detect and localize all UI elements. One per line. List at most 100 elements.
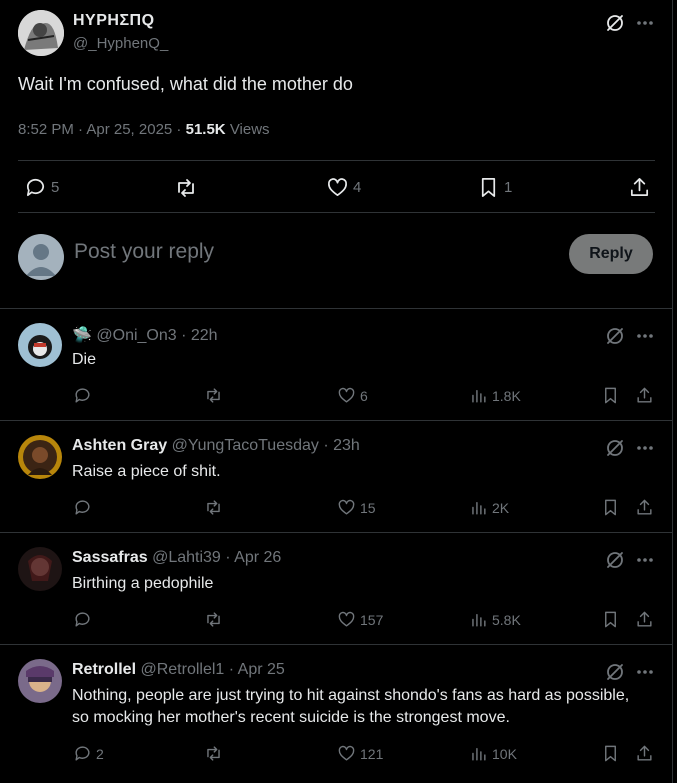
repost-icon	[207, 388, 220, 403]
heart-icon	[328, 178, 347, 197]
reply-button[interactable]	[73, 610, 96, 629]
reply-submit-button[interactable]: Reply	[569, 234, 653, 274]
bookmark-icon	[481, 178, 496, 197]
more-options-icon[interactable]	[636, 12, 654, 39]
like-count: 15	[360, 499, 376, 516]
reply-top-actions	[604, 437, 654, 464]
reply-icon	[75, 500, 90, 515]
more-options-icon[interactable]	[636, 437, 654, 464]
view-count: 1.8K	[492, 387, 521, 404]
like-button[interactable]: 157	[337, 610, 383, 629]
reply-time[interactable]: · Apr 26	[225, 549, 281, 566]
view-count: 2K	[492, 499, 510, 516]
share-button[interactable]	[635, 386, 654, 405]
heart-icon	[338, 611, 355, 627]
reply-button[interactable]	[73, 386, 96, 405]
reply-tweet[interactable]: Ashten Gray @YungTacoTuesday · 23h Raise…	[0, 420, 673, 532]
reply-tweet[interactable]: Sassafras @Lahti39 · Apr 26 Birthing a p…	[0, 532, 673, 644]
like-button[interactable]: 15	[337, 498, 376, 517]
bookmark-button[interactable]: 1	[477, 176, 512, 199]
bookmark-button[interactable]	[601, 744, 620, 763]
analytics-icon	[472, 390, 486, 403]
repost-button[interactable]	[204, 386, 223, 405]
views-button[interactable]: 2K	[469, 498, 509, 517]
tweet-meta: 8:52 PM · Apr 25, 2025 · 51.5K Views	[18, 121, 270, 138]
reply-header: Sassafras @Lahti39 · Apr 26	[72, 549, 281, 567]
bookmark-icon	[605, 611, 616, 628]
reply-author-handle[interactable]: @Oni_On3	[96, 327, 176, 344]
reply-text: Birthing a pedophile	[72, 575, 214, 592]
heart-icon	[338, 745, 355, 761]
bookmark-button[interactable]	[601, 498, 620, 517]
share-button[interactable]	[635, 744, 654, 763]
reply-button[interactable]: 5	[24, 176, 59, 199]
reply-action-bar: 15 2K	[0, 498, 673, 522]
reply-header: Retrollel @Retrollel1 · Apr 25	[72, 661, 285, 679]
bookmark-icon	[605, 387, 616, 404]
views-button[interactable]: 1.8K	[469, 386, 521, 405]
analytics-icon	[472, 502, 486, 515]
grok-icon[interactable]	[604, 12, 626, 39]
share-button[interactable]	[635, 610, 654, 629]
repost-button[interactable]	[174, 176, 198, 200]
reply-time[interactable]: · 22h	[181, 327, 217, 344]
author-name[interactable]: ΗΥΡΗΣΠQ	[73, 12, 155, 30]
reply-avatar[interactable]	[18, 323, 62, 367]
grok-icon[interactable]	[604, 325, 626, 352]
reply-input[interactable]: Post your reply	[74, 240, 214, 264]
bookmark-button[interactable]	[601, 610, 620, 629]
tweet-timestamp[interactable]: 8:52 PM · Apr 25, 2025 ·	[18, 121, 181, 138]
share-icon	[637, 611, 652, 627]
more-options-icon[interactable]	[636, 549, 654, 576]
like-count: 121	[360, 745, 384, 762]
share-icon	[637, 387, 652, 403]
grok-icon[interactable]	[604, 437, 626, 464]
reply-button[interactable]	[73, 498, 96, 517]
more-options-icon[interactable]	[636, 661, 654, 688]
repost-button[interactable]	[204, 610, 223, 629]
repost-button[interactable]	[204, 744, 223, 763]
divider	[18, 212, 655, 213]
views-button[interactable]: 10K	[469, 744, 517, 763]
reply-author-handle[interactable]: @Retrollel1	[140, 661, 224, 678]
reply-author-handle[interactable]: @YungTacoTuesday	[172, 437, 319, 454]
reply-time[interactable]: · 23h	[323, 437, 359, 454]
more-options-icon[interactable]	[636, 325, 654, 352]
reply-avatar[interactable]	[18, 659, 62, 703]
like-button[interactable]: 4	[326, 176, 361, 199]
reply-avatar[interactable]	[18, 547, 62, 591]
grok-icon[interactable]	[604, 661, 626, 688]
share-button[interactable]	[635, 498, 654, 517]
reply-author-name[interactable]: Sassafras	[72, 549, 148, 566]
reply-top-actions	[604, 549, 654, 576]
repost-icon	[207, 746, 220, 761]
reply-count: 2	[96, 745, 104, 762]
like-button[interactable]: 121	[337, 744, 383, 763]
repost-button[interactable]	[204, 498, 223, 517]
author-avatar[interactable]	[18, 10, 64, 56]
user-avatar[interactable]	[18, 234, 64, 280]
reply-time[interactable]: · Apr 25	[229, 661, 285, 678]
reply-author-handle[interactable]: @Lahti39	[152, 549, 221, 566]
reply-icon	[75, 612, 90, 627]
reply-button[interactable]: 2	[73, 744, 104, 763]
badge-emoji: 🛸	[72, 327, 92, 344]
grok-icon[interactable]	[604, 549, 626, 576]
reply-author-name[interactable]: Retrollel	[72, 661, 136, 678]
reply-author-name[interactable]: Ashten Gray	[72, 437, 167, 454]
bookmark-count: 1	[504, 179, 513, 196]
like-count: 4	[353, 179, 362, 196]
views-button[interactable]: 5.8K	[469, 610, 521, 629]
author-handle[interactable]: @_HyphenQ_	[73, 35, 168, 52]
analytics-icon	[472, 614, 486, 627]
analytics-icon	[472, 748, 486, 761]
like-button[interactable]: 6	[337, 386, 368, 405]
views-label: Views	[229, 121, 270, 138]
heart-icon	[338, 387, 355, 403]
bookmark-button[interactable]	[601, 386, 620, 405]
divider	[18, 160, 655, 161]
reply-tweet[interactable]: Retrollel @Retrollel1 · Apr 25 Nothing, …	[0, 644, 673, 778]
share-button[interactable]	[628, 176, 651, 199]
reply-tweet[interactable]: 🛸 @Oni_On3 · 22h Die 6 1.8K	[0, 308, 673, 420]
reply-avatar[interactable]	[18, 435, 62, 479]
